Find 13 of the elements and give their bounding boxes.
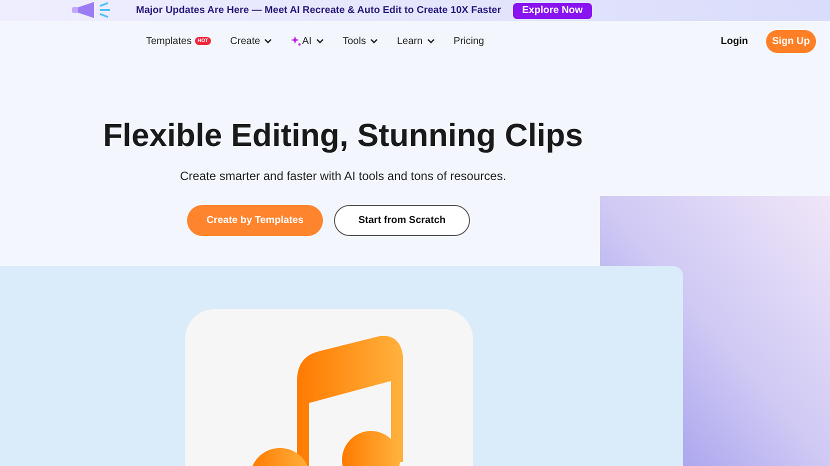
hero-title: Flexible Editing, Stunning Clips: [103, 117, 583, 153]
nav-link[interactable]: Pricing: [454, 34, 484, 48]
sparkle-icon: [291, 36, 302, 46]
hero-subtitle: Create smarter and faster with AI tools and tons of resources.: [180, 168, 506, 185]
nav-link[interactable]: Create: [230, 34, 272, 48]
music-note-icon: [250, 336, 405, 466]
banner-text: Major Updates Are Here — Meet AI Recreate & Auto Edit to Create 10X Faster: [136, 4, 502, 18]
nav-link[interactable]: Tools: [342, 34, 378, 48]
login-link[interactable]: Login: [720, 34, 748, 48]
nav-link[interactable]: Learn: [396, 34, 435, 48]
explore-now-button[interactable]: Explore Now: [513, 2, 592, 18]
nav-link[interactable]: AI: [291, 34, 324, 48]
start-from-scratch-button[interactable]: Start from Scratch: [334, 205, 470, 236]
